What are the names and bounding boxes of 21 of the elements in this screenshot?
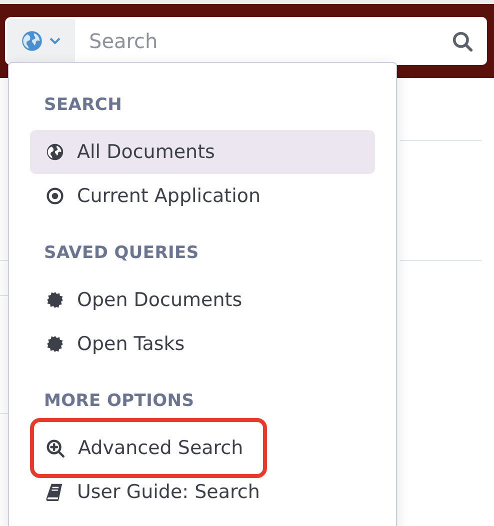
chevron-down-icon bbox=[49, 37, 61, 45]
menu-item[interactable]: Open Documents bbox=[30, 278, 375, 322]
badge-icon bbox=[46, 335, 64, 353]
search-icon[interactable] bbox=[452, 30, 473, 52]
target-icon bbox=[46, 187, 64, 205]
globe-icon bbox=[21, 30, 43, 52]
menu-item[interactable]: Current Application bbox=[30, 174, 375, 218]
menu-item[interactable]: Open Tasks bbox=[30, 322, 375, 366]
globe-icon bbox=[46, 143, 64, 161]
menu-item[interactable]: User Guide: Search bbox=[30, 470, 375, 514]
section-heading: SEARCH bbox=[43, 95, 122, 115]
search-box[interactable]: Search bbox=[77, 17, 487, 65]
search-field[interactable]: Search bbox=[77, 28, 452, 54]
section-heading: SAVED QUERIES bbox=[43, 243, 199, 263]
zoom-in-icon bbox=[46, 438, 65, 458]
scope-dropdown-button[interactable] bbox=[5, 17, 77, 65]
menu-item[interactable]: All Documents bbox=[30, 130, 375, 174]
menu-item[interactable]: Advanced Search bbox=[30, 426, 375, 470]
book-icon bbox=[46, 483, 64, 501]
badge-icon bbox=[46, 291, 64, 309]
section-heading: MORE OPTIONS bbox=[43, 391, 194, 411]
